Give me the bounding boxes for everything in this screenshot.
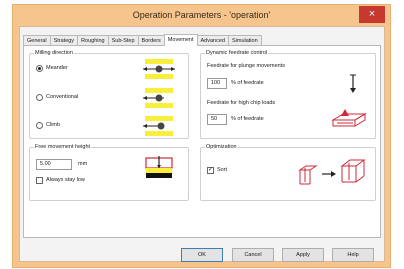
dynamic-feedrate-title: Dynamic feedrate control: [205, 50, 269, 57]
conventional-direction-icon: [143, 88, 173, 108]
chip-load-icon: [331, 109, 367, 127]
plunge-arrow-icon: [350, 74, 356, 93]
meander-radio[interactable]: [36, 65, 43, 72]
dialog-client: General Strategy Roughing Sub-Step Borde…: [19, 26, 385, 262]
chip-load-feedrate-label: Feedrate for high chip loads: [207, 100, 276, 106]
optimization-title: Optimization: [205, 144, 238, 151]
conventional-label: Conventional: [46, 94, 79, 100]
optimization-group: Optimization ✓ Sort: [200, 144, 376, 201]
chip-load-feedrate-unit: % of feedrate: [231, 116, 264, 122]
close-button[interactable]: ×: [359, 6, 385, 23]
free-movement-height-input[interactable]: 5.00: [36, 159, 72, 170]
plunge-feedrate-input[interactable]: 100: [207, 78, 227, 89]
free-movement-unit: mm: [78, 161, 88, 167]
sort-optimization-icon: [298, 159, 366, 185]
help-button[interactable]: Help: [332, 248, 374, 262]
milling-direction-group: Milling direction Meander Conventional C…: [29, 50, 189, 139]
conventional-radio[interactable]: [36, 94, 43, 101]
ok-button[interactable]: OK: [181, 248, 223, 262]
sort-label: Sort: [217, 167, 228, 173]
dialog-window: Operation Parameters - 'operation' × Gen…: [12, 4, 391, 268]
chip-load-feedrate-input[interactable]: 50: [207, 114, 227, 125]
window-title: Operation Parameters - 'operation': [132, 10, 271, 20]
apply-button[interactable]: Apply: [282, 248, 324, 262]
meander-label: Meander: [46, 65, 68, 71]
always-stay-low-label: Always stay low: [46, 177, 85, 183]
free-movement-group: Free movement height 5.00 mm Always stay…: [29, 144, 189, 201]
climb-direction-icon: [143, 116, 173, 136]
meander-direction-icon: [143, 59, 175, 79]
milling-direction-title: Milling direction: [34, 50, 74, 57]
cancel-button[interactable]: Cancel: [232, 248, 274, 262]
sort-checkbox[interactable]: ✓: [207, 167, 214, 174]
climb-label: Climb: [46, 122, 61, 128]
plunge-feedrate-unit: % of feedrate: [231, 80, 264, 86]
free-movement-height-icon: [145, 156, 173, 178]
climb-radio[interactable]: [36, 122, 43, 129]
free-movement-title: Free movement height: [34, 144, 92, 151]
plunge-feedrate-label: Feedrate for plunge movements: [207, 63, 285, 69]
dynamic-feedrate-group: Dynamic feedrate control Feedrate for pl…: [200, 50, 376, 139]
tab-movement[interactable]: Movement: [163, 34, 198, 46]
movement-tab-page: Milling direction Meander Conventional C…: [23, 45, 381, 238]
title-bar[interactable]: Operation Parameters - 'operation' ×: [13, 5, 390, 25]
always-stay-low-checkbox[interactable]: [36, 177, 43, 184]
